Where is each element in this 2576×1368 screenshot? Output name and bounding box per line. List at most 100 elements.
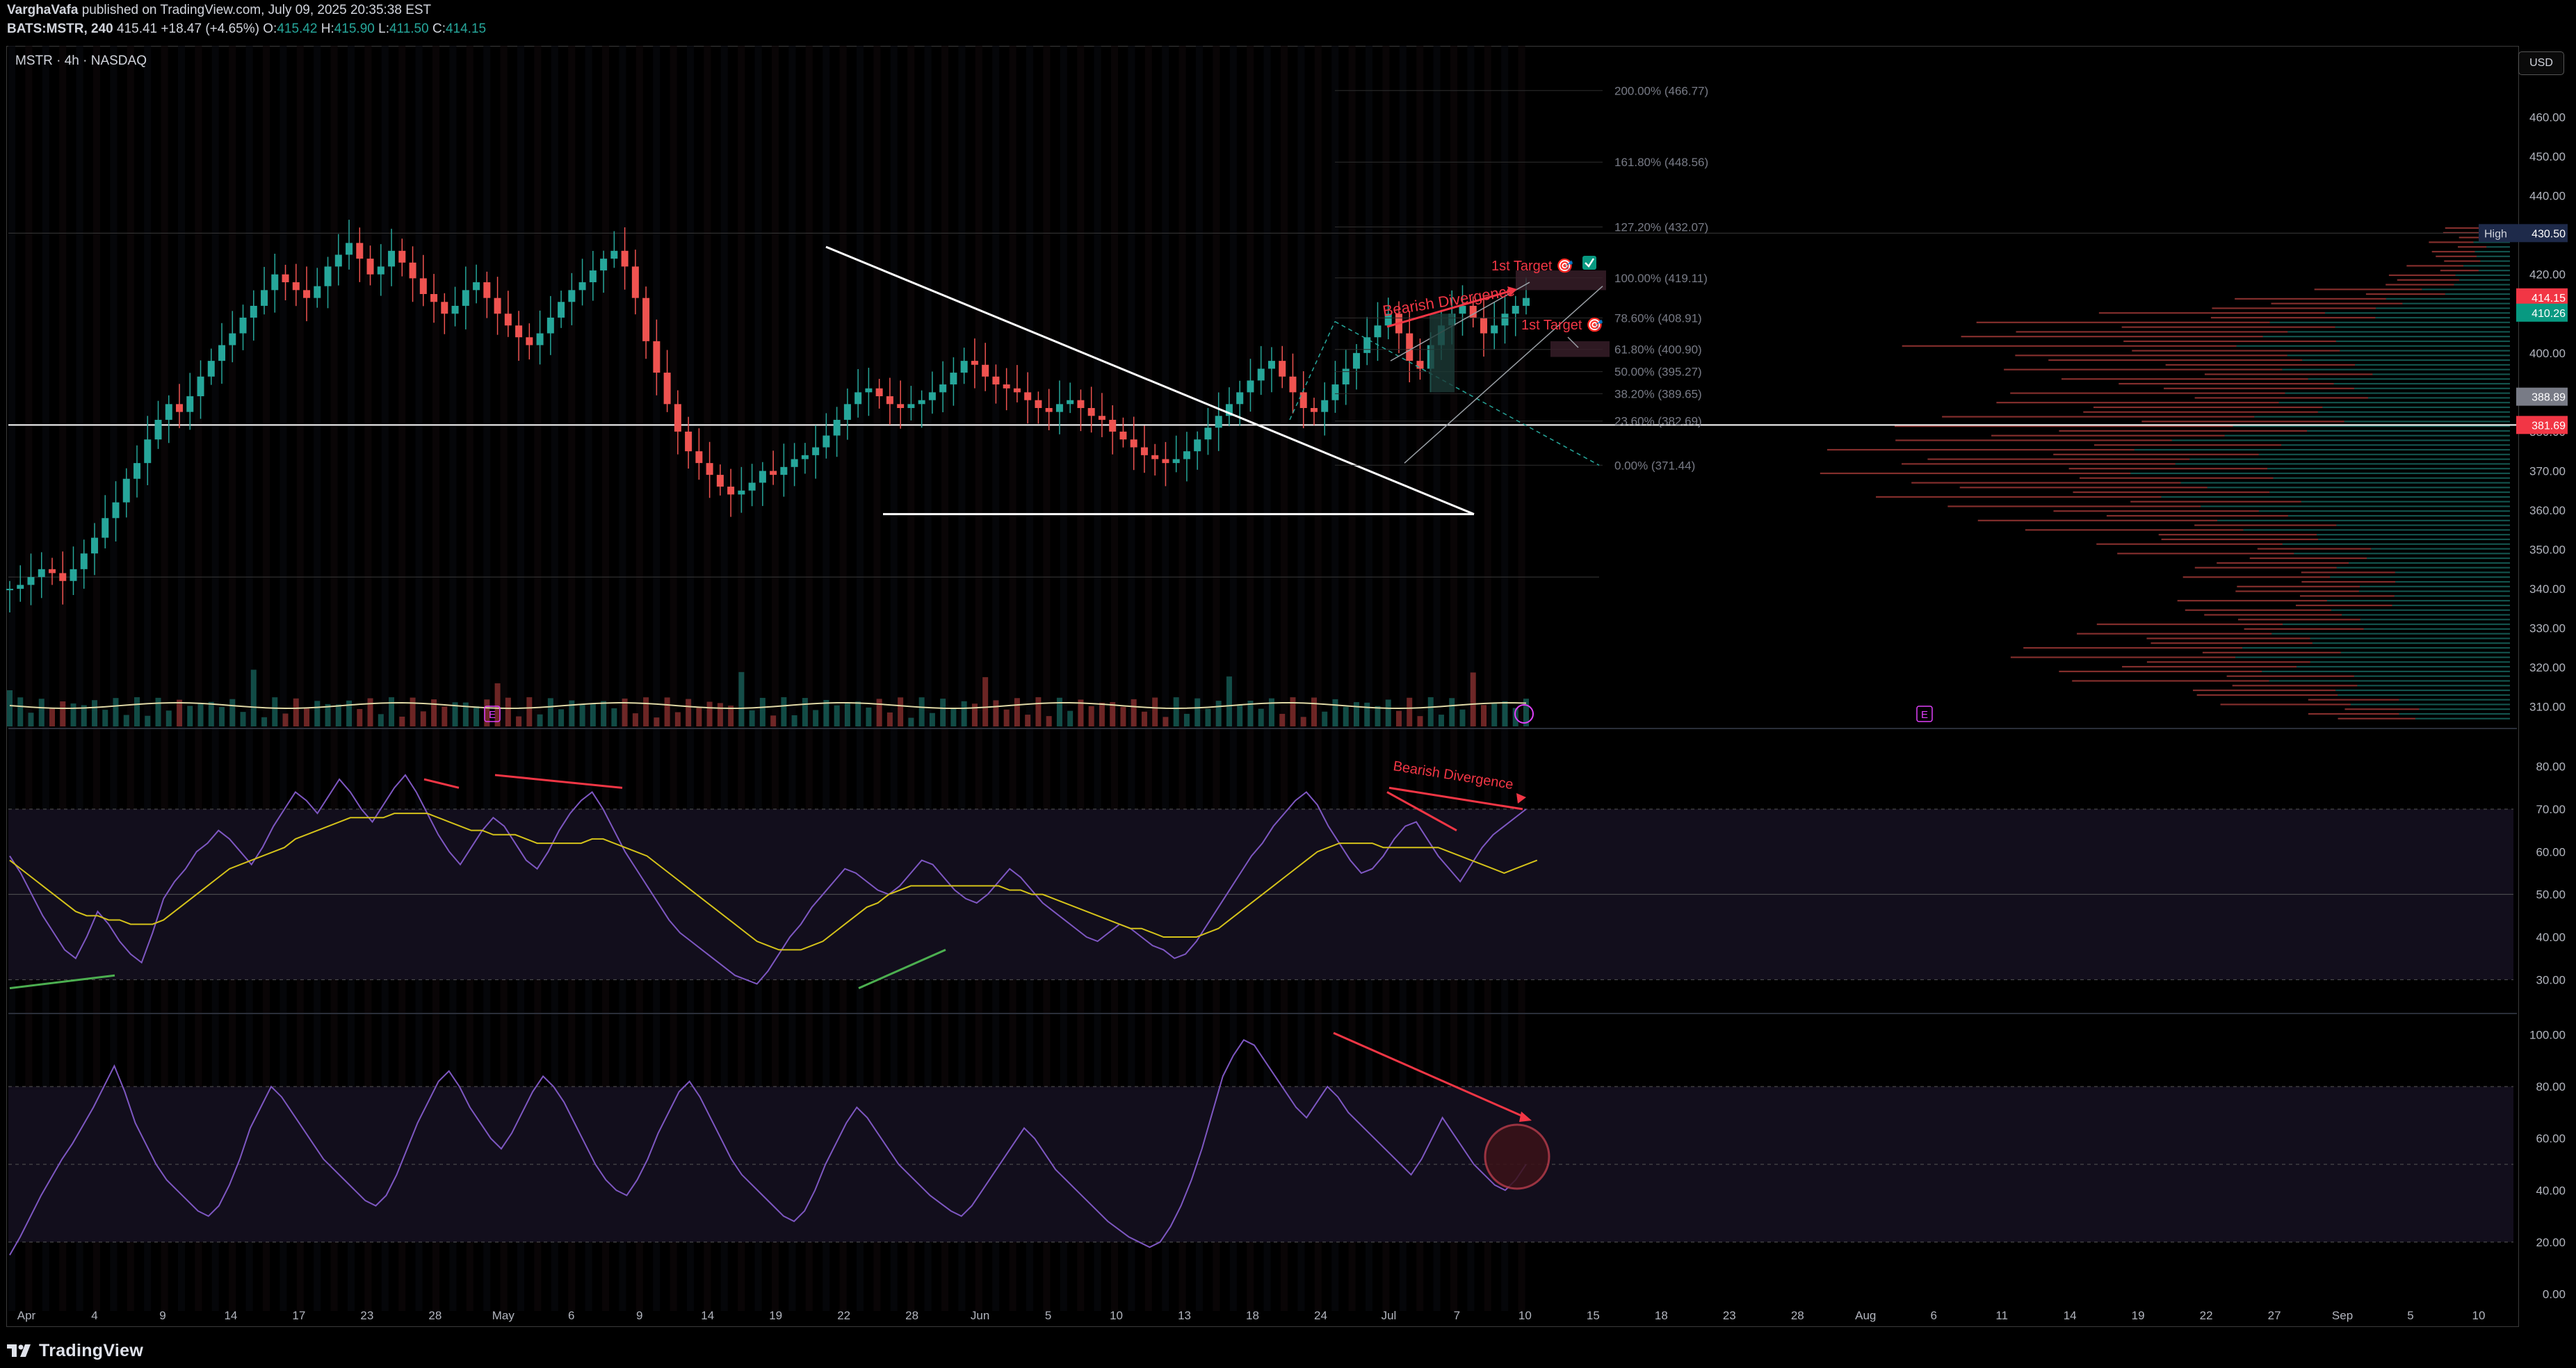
price-axis-tick: 310.00 (2529, 701, 2566, 714)
candle-body (1501, 314, 1509, 326)
volume-bar (1502, 701, 1508, 726)
candle-body (282, 274, 289, 283)
chart-canvas[interactable]: 460.00450.00440.00420.00410.00400.00390.… (0, 0, 2576, 1368)
candle-body (918, 400, 925, 405)
volume-profile-bar (2385, 298, 2510, 300)
time-axis-tick: 28 (905, 1309, 918, 1322)
time-axis-tick: 10 (2472, 1309, 2486, 1322)
candle-body (600, 259, 608, 271)
volume-profile-bar (2232, 685, 2358, 687)
volume-bar (781, 697, 787, 726)
volume-bar (1215, 701, 1222, 726)
candle-body (1151, 455, 1159, 459)
volume-bar (197, 703, 204, 726)
osc-axis-tick: 20.00 (2536, 1236, 2566, 1249)
osc-axis-tick: 0.00 (2543, 1287, 2566, 1301)
candle-body (642, 298, 650, 341)
volume-profile-bar (2336, 567, 2510, 569)
volume-profile-bar (2340, 350, 2510, 352)
volume-profile-bar (2212, 307, 2376, 309)
volume-bar (70, 703, 76, 726)
volume-profile-bar (1902, 463, 2176, 465)
currency-button[interactable]: USD (2518, 51, 2564, 75)
volume-bar (261, 717, 268, 726)
volume-profile-bar (2455, 274, 2510, 277)
volume-profile-bar (2130, 472, 2510, 475)
volume-bar (696, 707, 702, 726)
time-axis-tick: 27 (2268, 1309, 2281, 1322)
volume-profile-bar (2059, 430, 2308, 432)
time-axis-tick: 28 (428, 1309, 442, 1322)
osc-highlight-circle (1484, 1123, 1550, 1190)
volume-profile-bar (2194, 567, 2337, 569)
candle-body (526, 337, 533, 345)
volume-bar (886, 712, 893, 726)
volume-bar (304, 708, 310, 726)
volume-profile-bar (2257, 548, 2372, 550)
volume-profile-bar (2236, 345, 2510, 347)
candle-body (165, 404, 172, 420)
volume-bar (1163, 717, 1169, 726)
volume-bar (1343, 706, 1349, 726)
volume-profile-bar (2395, 580, 2510, 583)
candle-body (992, 376, 1000, 385)
volume-profile-bar (1895, 439, 2172, 441)
price-axis-tick: 450.00 (2529, 150, 2566, 163)
time-axis-tick: Apr (17, 1309, 36, 1322)
candle-body (1098, 416, 1105, 420)
volume-profile-bar (2150, 642, 2312, 644)
fib-level-label: 23.60% (382.69) (1614, 415, 1702, 428)
volume-bar (940, 699, 946, 726)
volume-bar (1173, 697, 1179, 726)
candle-body (546, 317, 554, 334)
volume-bar (898, 697, 904, 726)
candle-body (1352, 352, 1360, 369)
volume-bar (1407, 697, 1413, 726)
candle-body (473, 282, 480, 291)
candle-body (1247, 380, 1254, 393)
volume-profile-bar (2344, 708, 2420, 710)
volume-profile-bar (2357, 685, 2510, 687)
volume-profile-bar (2367, 557, 2510, 560)
volume-bar (1395, 710, 1402, 726)
volume-bar (1025, 715, 1031, 726)
volume-profile-bar (2010, 656, 2236, 658)
volume-bar (537, 714, 543, 726)
candle-body (1267, 361, 1275, 369)
candle-body (1406, 333, 1413, 361)
candle-body (1215, 416, 1222, 428)
volume-profile-bar (2371, 548, 2510, 550)
candle-body (314, 286, 321, 298)
volume-profile-bar (2318, 538, 2510, 541)
volume-profile-bar (2278, 402, 2510, 404)
volume-bar (250, 669, 257, 726)
time-axis-tick: 24 (1314, 1309, 1327, 1322)
volume-bar (1088, 706, 1094, 726)
time-axis-tick: 23 (360, 1309, 373, 1322)
volume-profile-bar (2360, 585, 2510, 587)
volume-bar (1311, 697, 1317, 726)
time-axis-tick: Jul (1382, 1309, 1397, 1322)
candle-body (770, 471, 777, 475)
volume-profile-bar (2237, 619, 2360, 621)
candle-body (558, 302, 565, 318)
volume-profile-bar (2422, 288, 2510, 291)
volume-bar (866, 707, 872, 726)
volume-bar (1003, 709, 1010, 726)
volume-profile-bar (2429, 241, 2474, 243)
volume-bar (1332, 699, 1338, 726)
candle-body (133, 463, 141, 479)
volume-profile-bar (2141, 421, 2344, 423)
candle-body (1013, 388, 1021, 393)
volume-profile-bar (2338, 694, 2510, 696)
volume-profile-bar (2235, 590, 2359, 592)
earnings-marker-label: E (1921, 709, 1928, 721)
volume-bar (378, 714, 384, 726)
volume-profile-bar (2308, 699, 2399, 701)
volume-profile-bar (2023, 646, 2243, 649)
volume-profile-bar (2117, 553, 2294, 555)
volume-profile-bar (2365, 293, 2445, 295)
volume-bar (674, 712, 681, 726)
volume-profile-bar (2269, 680, 2510, 682)
volume-profile-bar (2180, 482, 2510, 484)
